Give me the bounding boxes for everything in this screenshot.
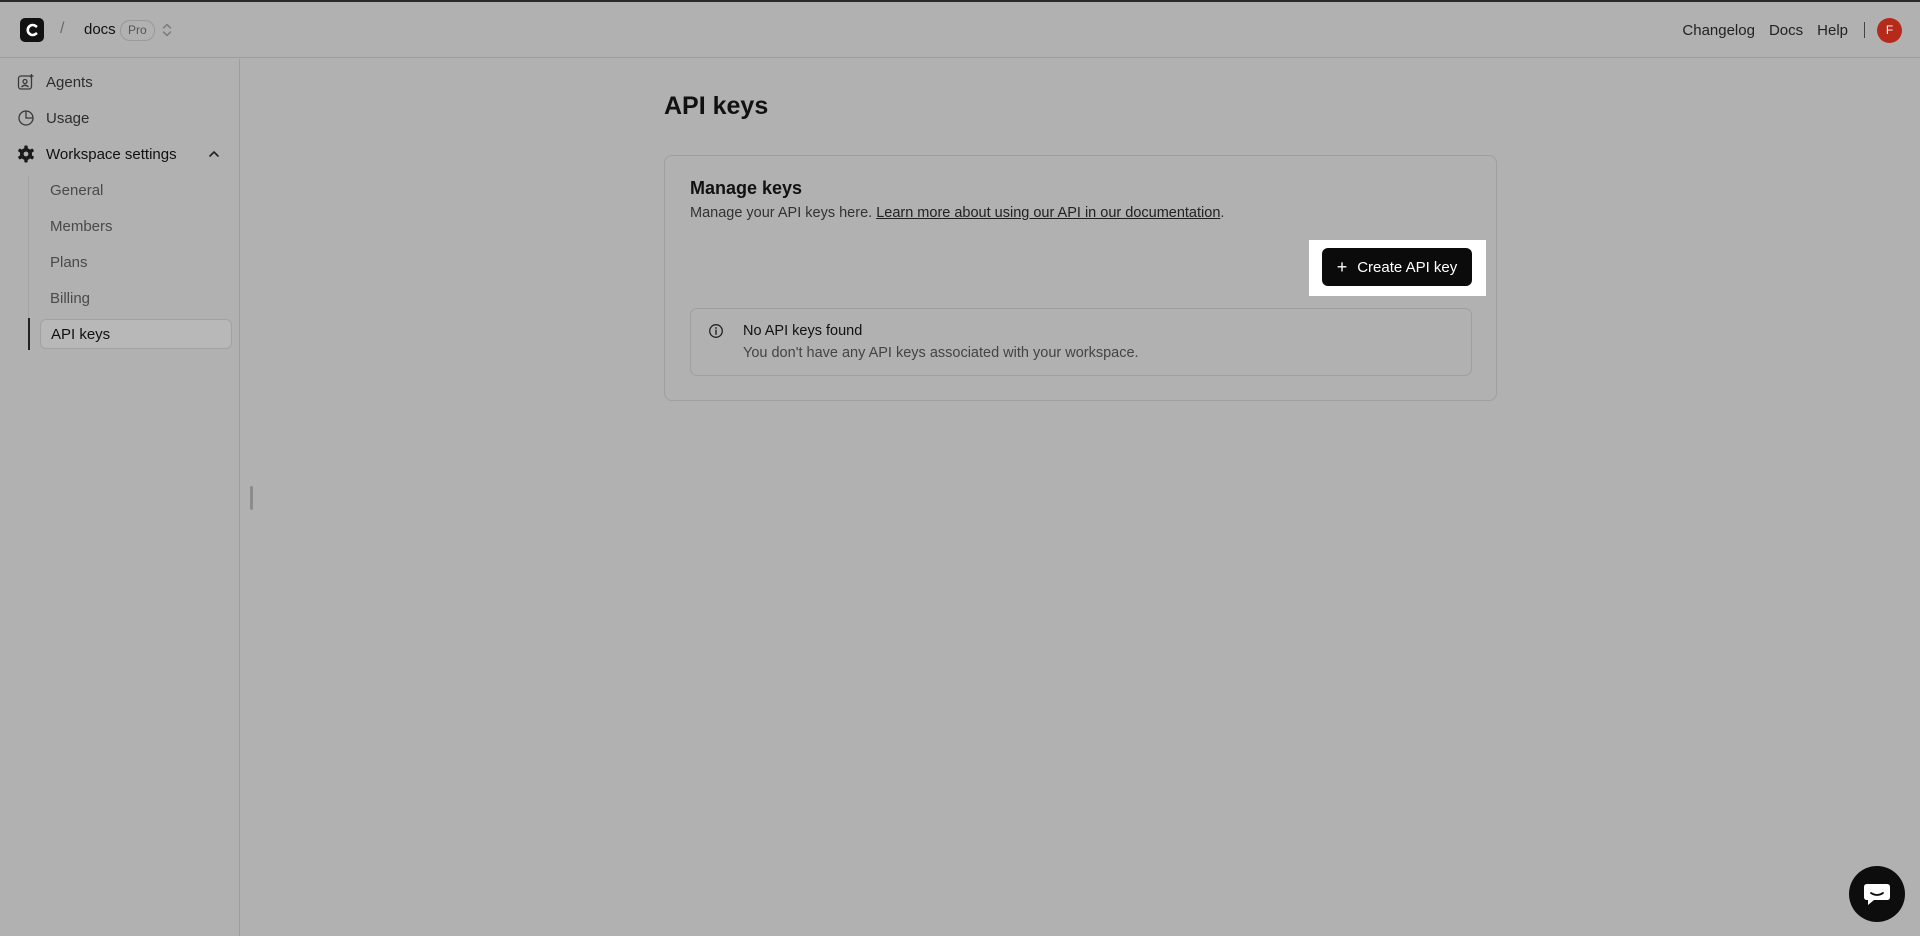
changelog-link[interactable]: Changelog bbox=[1682, 22, 1755, 39]
sidebar-item-members[interactable]: Members bbox=[40, 211, 232, 241]
sidebar-item-api-keys[interactable]: API keys bbox=[40, 319, 232, 349]
sidebar-item-label: Workspace settings bbox=[46, 145, 177, 163]
info-icon bbox=[709, 324, 723, 338]
sidebar-item-billing[interactable]: Billing bbox=[40, 283, 232, 313]
app-logo[interactable] bbox=[20, 18, 44, 42]
plan-badge: Pro bbox=[120, 20, 155, 41]
sidebar-item-agents[interactable]: Agents bbox=[16, 68, 93, 96]
chat-icon bbox=[1864, 884, 1890, 905]
workspace-name[interactable]: docs bbox=[84, 21, 116, 38]
docs-link[interactable]: Docs bbox=[1769, 22, 1803, 39]
manage-keys-card: Manage keys Manage your API keys here. L… bbox=[664, 155, 1497, 401]
page-title: API keys bbox=[664, 92, 769, 120]
sidebar-item-general[interactable]: General bbox=[40, 175, 232, 205]
breadcrumb-separator: / bbox=[60, 20, 65, 37]
create-api-key-button[interactable]: + Create API key bbox=[1322, 248, 1472, 286]
create-api-key-label: Create API key bbox=[1357, 258, 1458, 276]
avatar[interactable]: F bbox=[1877, 17, 1902, 43]
card-desc-text: Manage your API keys here. bbox=[690, 205, 877, 221]
active-indicator bbox=[28, 318, 30, 350]
empty-state-title: No API keys found bbox=[743, 323, 863, 339]
help-link[interactable]: Help bbox=[1817, 22, 1848, 39]
usage-icon bbox=[16, 108, 36, 128]
agents-icon bbox=[16, 72, 36, 92]
header-links: Changelog Docs Help F bbox=[1668, 2, 1902, 58]
empty-state: No API keys found You don't have any API… bbox=[690, 308, 1472, 376]
chevron-up-icon[interactable] bbox=[207, 147, 221, 161]
sidebar-item-plans[interactable]: Plans bbox=[40, 247, 232, 277]
plus-icon: + bbox=[1336, 257, 1348, 277]
documentation-link[interactable]: Learn more about using our API in our do… bbox=[876, 205, 1220, 221]
empty-state-description: You don't have any API keys associated w… bbox=[743, 345, 1139, 361]
header-divider bbox=[1864, 22, 1865, 38]
card-description: Manage your API keys here. Learn more ab… bbox=[690, 205, 1224, 221]
sidebar: Agents Usage Workspace settings General … bbox=[0, 59, 240, 936]
sidebar-item-usage[interactable]: Usage bbox=[16, 104, 89, 132]
sidebar-item-label: Usage bbox=[46, 109, 90, 127]
chat-support-button[interactable] bbox=[1849, 866, 1905, 922]
sidebar-item-workspace-settings[interactable]: Workspace settings bbox=[16, 140, 177, 168]
sidebar-item-label: Agents bbox=[46, 73, 93, 91]
card-desc-suffix: . bbox=[1220, 205, 1225, 221]
top-header: / docs Pro Changelog Docs Help F bbox=[0, 2, 1920, 58]
sidebar-resize-handle[interactable] bbox=[250, 486, 253, 510]
gear-icon bbox=[16, 144, 36, 164]
workspace-switcher-icon[interactable] bbox=[161, 22, 173, 38]
logo-c-icon bbox=[26, 23, 38, 37]
card-title: Manage keys bbox=[690, 178, 803, 198]
